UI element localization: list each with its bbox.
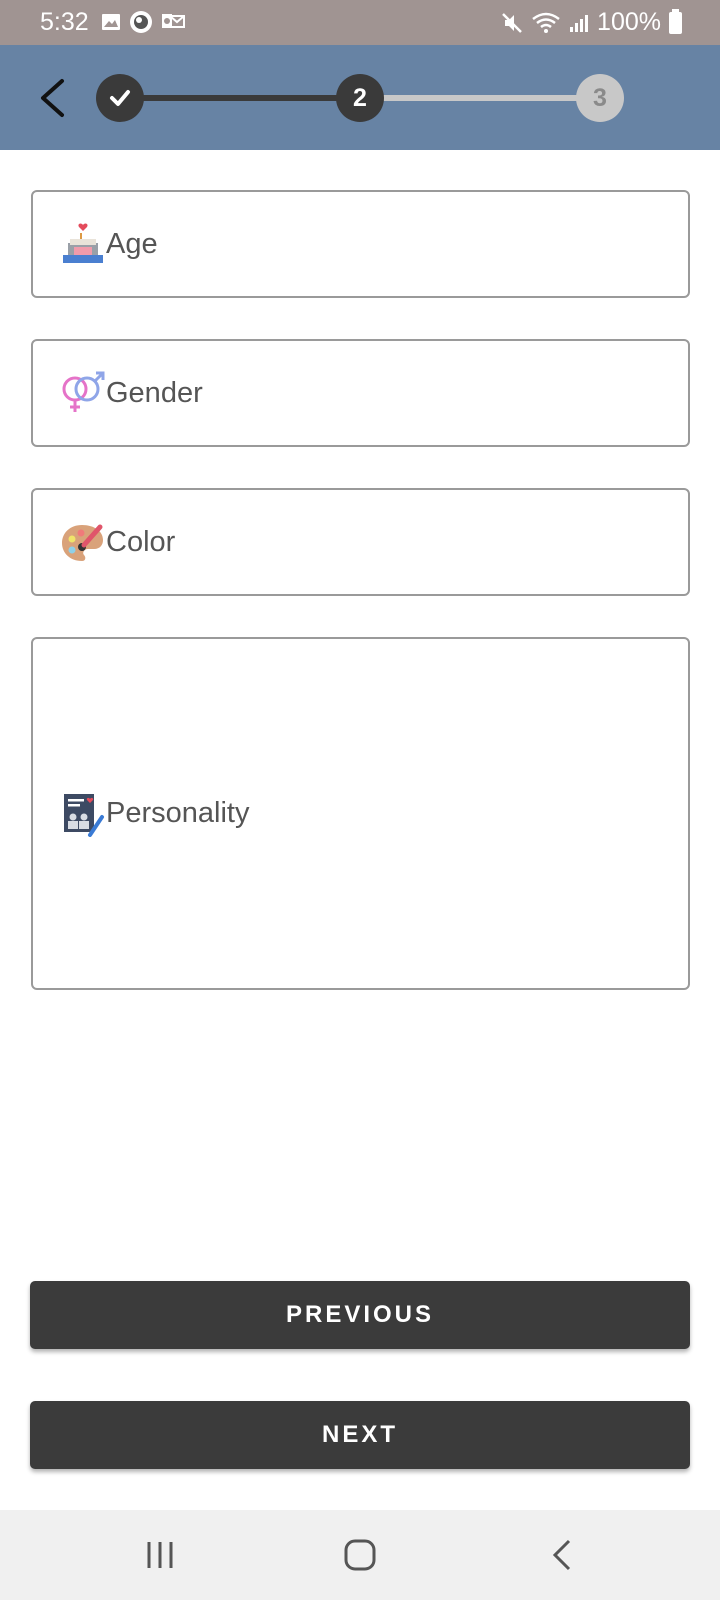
wifi-icon xyxy=(532,12,560,33)
signal-icon xyxy=(570,14,589,32)
personality-label: Personality xyxy=(106,797,250,829)
mute-icon xyxy=(502,12,522,33)
outlook-icon xyxy=(162,14,185,28)
age-field[interactable]: Age xyxy=(31,190,690,298)
gender-field[interactable]: Gender xyxy=(31,339,690,447)
step-3-pending[interactable]: 3 xyxy=(576,74,624,122)
gallery-icon xyxy=(102,14,120,30)
battery-icon xyxy=(669,8,682,34)
home-button[interactable] xyxy=(330,1532,390,1578)
status-time: 5:32 xyxy=(40,8,89,36)
stepper-header: 2 3 xyxy=(0,45,720,150)
status-notification-icons xyxy=(101,10,185,34)
color-label: Color xyxy=(106,525,176,558)
previous-button[interactable]: PREVIOUS xyxy=(30,1281,690,1349)
step-2-current[interactable]: 2 xyxy=(336,74,384,122)
checkmark-icon xyxy=(110,90,130,106)
color-field[interactable]: Color xyxy=(31,488,690,596)
recents-button[interactable] xyxy=(130,1532,190,1578)
back-icon xyxy=(552,1539,571,1571)
personality-field[interactable]: Personality xyxy=(31,637,690,990)
app-notification-icon xyxy=(130,11,152,33)
stepper-line-completed xyxy=(120,95,360,101)
profile-card-icon xyxy=(64,793,104,837)
recents-icon xyxy=(147,1542,173,1568)
back-arrow-icon[interactable] xyxy=(30,73,80,123)
step-1-completed[interactable] xyxy=(96,74,144,122)
stepper-line-pending xyxy=(360,95,600,101)
battery-percentage: 100% xyxy=(597,8,661,36)
age-label: Age xyxy=(106,227,158,260)
system-back-button[interactable] xyxy=(532,1532,592,1578)
status-bar: 5:32 100% xyxy=(0,0,720,45)
birthday-cake-icon xyxy=(63,223,103,263)
gender-symbol-icon xyxy=(62,371,105,412)
gender-label: Gender xyxy=(106,376,203,409)
home-icon xyxy=(344,1539,376,1571)
palette-icon xyxy=(62,524,103,561)
status-system-icons: 100% xyxy=(501,8,682,37)
system-nav-bar xyxy=(0,1510,720,1600)
next-button[interactable]: NEXT xyxy=(30,1401,690,1469)
